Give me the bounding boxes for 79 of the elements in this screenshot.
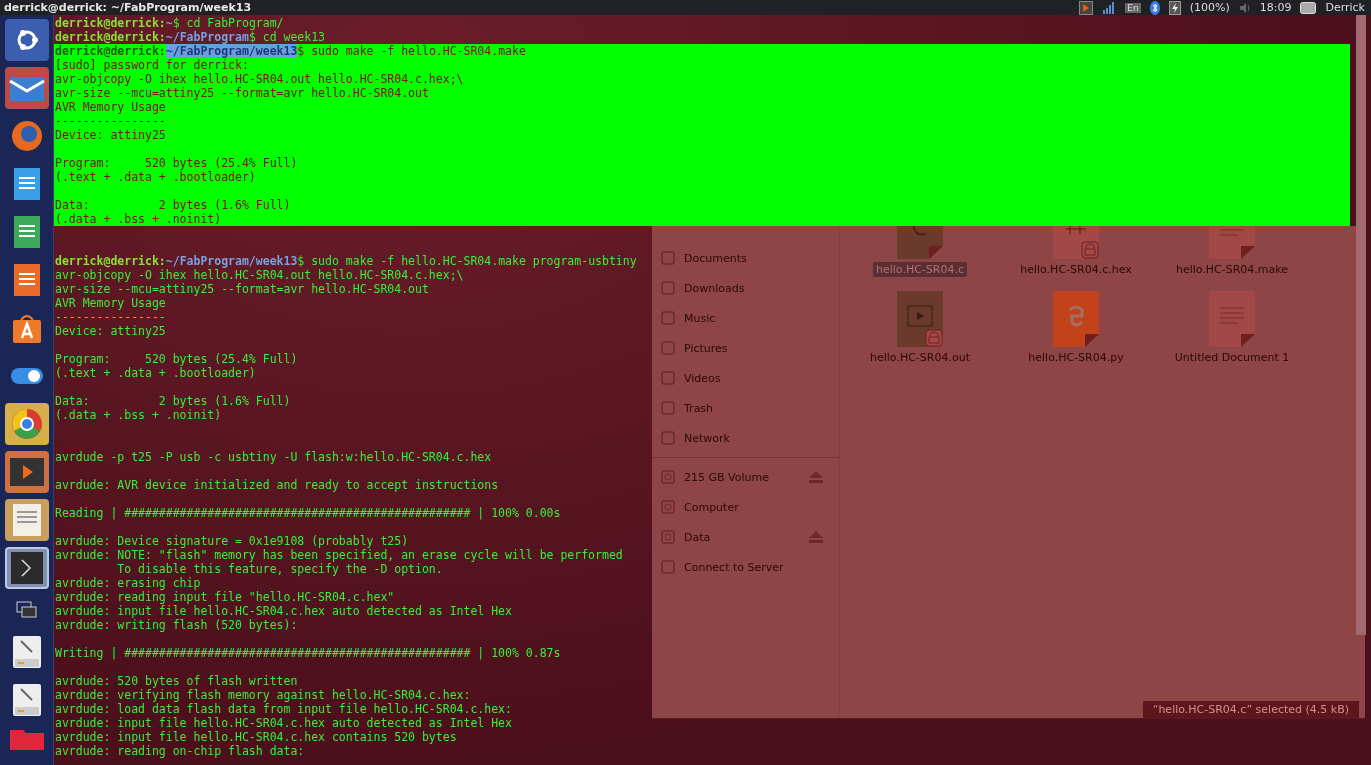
terminal-line: avr-objcopy -O ihex hello.HC-SR04.out hello.HC-SR04.c.hex;\ bbox=[54, 268, 464, 282]
terminal-line: (.data + .bss + .noinit) bbox=[54, 408, 222, 422]
media-player-icon[interactable] bbox=[1079, 0, 1094, 15]
keyboard-layout-indicator[interactable]: En bbox=[1125, 2, 1141, 13]
command-text: $ sudo make -f hello.HC-SR04.make program-usbtiny bbox=[297, 254, 637, 268]
user-name[interactable]: Derrick bbox=[1325, 1, 1365, 14]
sidebar-item[interactable]: Music bbox=[660, 303, 839, 333]
terminal-line: avr-size --mcu=attiny25 --format=avr hello.HC-SR04.out bbox=[54, 282, 429, 296]
terminal-line: Data: 2 bytes (1.6% Full) bbox=[54, 394, 291, 408]
terminal-line: ---------------- bbox=[54, 310, 166, 324]
sidebar-item[interactable]: Pictures bbox=[660, 333, 839, 363]
terminal-line: avrdude: input file hello.HC-SR04.c.hex auto detected as Intel Hex bbox=[54, 604, 512, 618]
command-text: $ cd FabProgram/ bbox=[172, 16, 284, 30]
text-file-icon bbox=[1208, 226, 1256, 260]
file-item[interactable]: hello.HC-SR04.py bbox=[998, 290, 1154, 365]
terminal-line: avrdude: verifying flash memory against hello.HC-SR04.c.hex: bbox=[54, 688, 471, 702]
command-text: $ sudo make -f hello.HC-SR04.make bbox=[297, 44, 526, 58]
terminal-line: avrdude: input file hello.HC-SR04.c.hex contains 520 bytes bbox=[54, 730, 457, 744]
terminal-line: avrdude: 520 bytes of flash written bbox=[54, 674, 298, 688]
battery-icon[interactable] bbox=[1168, 0, 1181, 15]
terminal-icon[interactable] bbox=[4, 547, 49, 589]
prompt-user: derrick@derrick: bbox=[55, 30, 166, 44]
terminal-line: avrdude -p t25 -P usb -c usbtiny -U flash:w:hello.HC-SR04.c.hex bbox=[54, 450, 492, 464]
window-title: derrick@derrick: ~/FabProgram/week13 bbox=[4, 1, 252, 14]
terminal-line: avrdude: reading on-chip flash data: bbox=[54, 744, 305, 758]
terminal-line: To disable this feature, specify the -D option. bbox=[116, 562, 443, 576]
terminal-line: Reading | ################################################## | 100% 0.00s bbox=[54, 506, 561, 520]
terminal-line: (.text + .data + .bootloader) bbox=[54, 366, 256, 380]
status-bar: “hello.HC-SR04.c” selected (4.5 kB) bbox=[1142, 701, 1359, 718]
text-file-icon bbox=[1208, 290, 1256, 348]
drive-icon bbox=[660, 469, 676, 485]
terminal-line: avrdude: reading input file "hello.HC-SR04.c.hex" bbox=[54, 590, 395, 604]
terminal-line: AVR Memory Usage bbox=[54, 296, 166, 310]
sidebar-item[interactable]: Data bbox=[660, 522, 839, 552]
terminal-line: avrdude: load data flash data from input file hello.HC-SR04.c.hex: bbox=[54, 702, 512, 716]
signal-icon[interactable] bbox=[1102, 0, 1117, 15]
terminal-line: avrdude: erasing chip bbox=[54, 576, 201, 590]
file-item[interactable]: Untitled Document 1 bbox=[1154, 290, 1310, 365]
python-file-icon bbox=[1052, 290, 1100, 348]
terminal-line: avrdude: Device signature = 0x1e9108 (probably t25) bbox=[54, 534, 409, 548]
bluetooth-icon[interactable] bbox=[1149, 0, 1160, 15]
clock[interactable]: 18:09 bbox=[1259, 1, 1292, 14]
sidebar-item[interactable]: 215 GB Volume bbox=[660, 462, 839, 492]
prompt-path: ~/FabProgram bbox=[165, 30, 249, 44]
ubuntu-logo-icon[interactable] bbox=[4, 19, 49, 61]
terminal-line: Writing | ################################################## | 100% 0.87s bbox=[54, 646, 561, 660]
user-icon[interactable] bbox=[1300, 1, 1317, 14]
video-file-icon bbox=[896, 290, 944, 348]
terminal-line: avrdude: input file hello.HC-SR04.c.hex auto detected as Intel Hex bbox=[54, 716, 512, 730]
prompt-user: derrick@derrick: bbox=[55, 44, 166, 58]
video-player-icon[interactable] bbox=[4, 451, 49, 493]
sidebar-item[interactable]: Trash bbox=[660, 393, 839, 423]
sidebar-item[interactable]: Downloads bbox=[660, 273, 839, 303]
c-file-icon bbox=[896, 226, 944, 260]
prompt-path: ~/FabProgram/week13 bbox=[165, 44, 298, 58]
sidebar-item[interactable]: Documents bbox=[660, 243, 839, 273]
drive-icon bbox=[660, 529, 676, 545]
notepad-icon[interactable] bbox=[4, 499, 49, 541]
file-item[interactable]: hello.HC-SR04.out bbox=[842, 290, 998, 365]
terminal-line: avrdude: NOTE: "flash" memory has been specified, an erase cycle will be performed bbox=[54, 548, 623, 562]
scrollbar[interactable] bbox=[1356, 15, 1366, 635]
sidebar-item[interactable]: Network bbox=[660, 423, 839, 453]
sidebar-item[interactable]: Videos bbox=[660, 363, 839, 393]
sidebar-item[interactable]: Connect to Server bbox=[660, 552, 839, 582]
prompt-user: derrick@derrick: bbox=[55, 16, 166, 30]
prompt-user: derrick@derrick: bbox=[55, 254, 166, 268]
mail-folder-icon[interactable] bbox=[4, 67, 49, 109]
prompt-path: ~/FabProgram/week13 bbox=[165, 254, 298, 268]
terminal-line: avrdude: writing flash (520 bytes): bbox=[54, 618, 298, 632]
terminal-line: Program: 520 bytes (25.4% Full) bbox=[54, 352, 298, 366]
command-text: $ cd week13 bbox=[248, 30, 326, 44]
drive-icon bbox=[660, 499, 676, 515]
battery-percentage[interactable]: (100%) bbox=[1189, 1, 1230, 14]
chrome-icon[interactable] bbox=[4, 403, 49, 445]
terminal-line: avrdude: AVR device initialized and ready to accept instructions bbox=[54, 478, 499, 492]
volume-icon[interactable] bbox=[1238, 1, 1251, 14]
sidebar-item[interactable]: Computer bbox=[660, 492, 839, 522]
prompt-path: ~ bbox=[165, 16, 173, 30]
terminal-line: Device: attiny25 bbox=[54, 324, 166, 338]
